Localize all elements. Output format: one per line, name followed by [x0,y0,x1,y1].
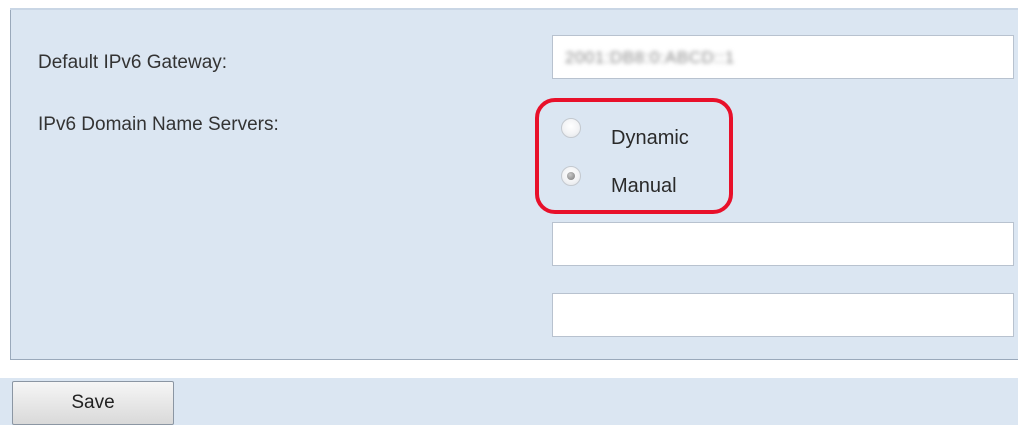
dns-manual-label[interactable]: Manual [611,175,677,198]
dns-dynamic-label[interactable]: Dynamic [611,127,689,150]
dns-manual-radio[interactable] [561,166,581,186]
gateway-value-text: 2001:DB8:0:ABCD::1 [565,48,735,67]
dns-secondary-input[interactable] [552,293,1014,337]
default-ipv6-gateway-input[interactable]: 2001:DB8:0:ABCD::1 [552,35,1014,79]
ipv6-dns-label: IPv6 Domain Name Servers: [38,114,279,135]
dns-dynamic-radio[interactable] [561,118,581,138]
save-button[interactable]: Save [12,381,174,425]
radio-selected-dot [567,172,575,180]
default-ipv6-gateway-label: Default IPv6 Gateway: [38,52,228,73]
dns-primary-input[interactable] [552,222,1014,266]
